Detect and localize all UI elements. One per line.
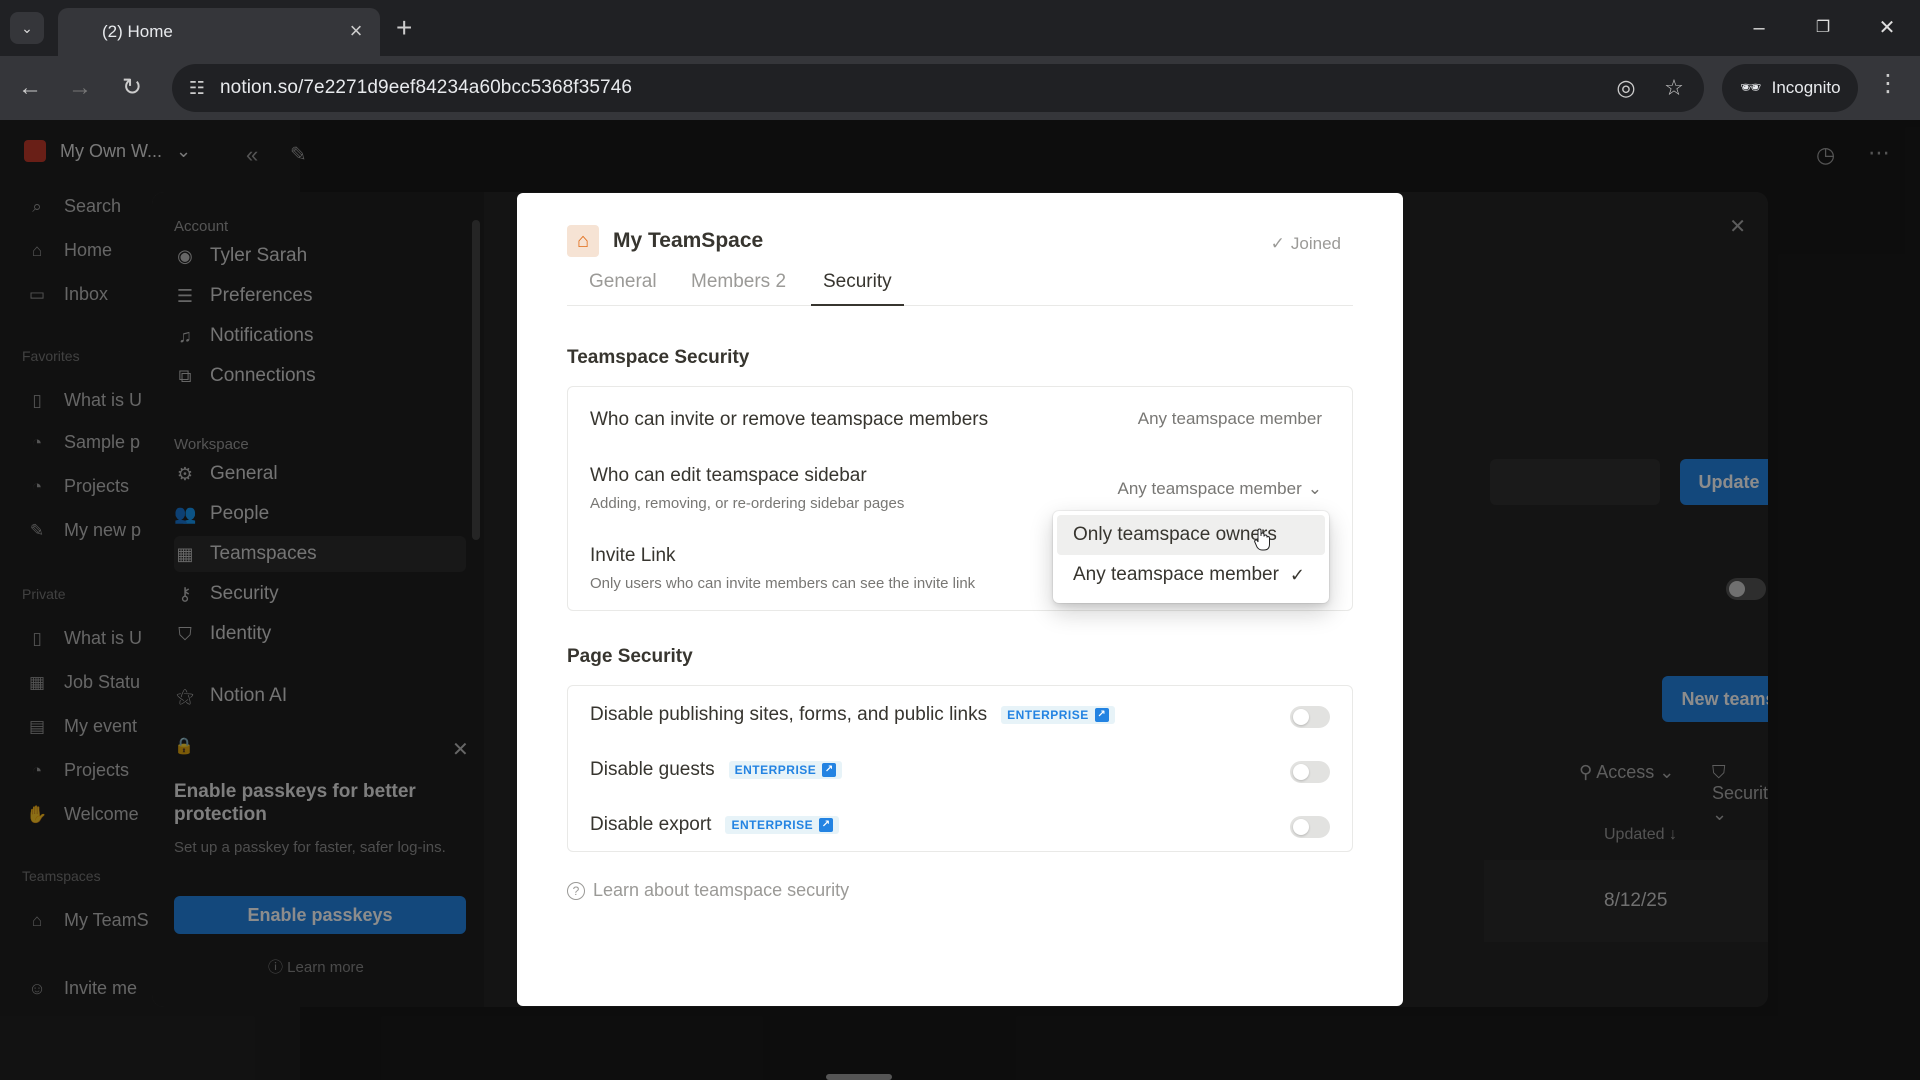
option-only-owners[interactable]: Only teamspace owners xyxy=(1057,515,1325,555)
browser-tab-bar: ⌄ (2) Home × + – ❐ ✕ xyxy=(0,0,1920,56)
enterprise-badge[interactable]: ENTERPRISE ↗ xyxy=(1001,705,1115,724)
sidebar-permission-dropdown: Only teamspace owners Any teamspace memb… xyxy=(1053,511,1329,603)
page-security-card: Disable publishing sites, forms, and pub… xyxy=(567,685,1353,852)
forward-icon[interactable]: → xyxy=(64,72,96,104)
browser-tab-active[interactable]: (2) Home × xyxy=(58,8,380,56)
enterprise-badge[interactable]: ENTERPRISE ↗ xyxy=(725,815,840,834)
bookmark-star-icon[interactable]: ☆ xyxy=(1660,76,1688,100)
eye-off-icon[interactable]: ◎ xyxy=(1612,76,1640,100)
window-close-button[interactable]: ✕ xyxy=(1872,14,1902,42)
disable-publishing-toggle[interactable] xyxy=(1290,706,1330,728)
disable-guests-toggle[interactable] xyxy=(1290,761,1330,783)
chevron-down-icon: ⌄ xyxy=(1307,479,1322,498)
mouse-cursor-icon xyxy=(1254,528,1270,551)
incognito-badge[interactable]: 🕶 Incognito xyxy=(1722,64,1858,112)
incognito-icon: 🕶 xyxy=(1740,78,1762,97)
external-link-icon: ↗ xyxy=(822,762,837,777)
teamspace-security-heading: Teamspace Security xyxy=(567,347,750,368)
disable-export-label: Disable export ENTERPRISE ↗ xyxy=(590,814,840,836)
new-tab-button[interactable]: + xyxy=(396,14,412,42)
chevron-down-icon: ⌄ xyxy=(21,19,33,36)
joined-button[interactable]: ✓ Joined xyxy=(1263,229,1349,259)
tab-members[interactable]: Members 2 xyxy=(679,271,798,306)
invite-link-description: Only users who can invite members can se… xyxy=(590,575,976,592)
option-any-member[interactable]: Any teamspace member ✓ xyxy=(1057,555,1325,595)
edit-sidebar-description: Adding, removing, or re-ordering sidebar… xyxy=(590,495,905,512)
page-security-heading: Page Security xyxy=(567,646,693,667)
taskbar-indicator xyxy=(826,1074,892,1080)
site-info-icon[interactable]: ☷ xyxy=(184,76,210,100)
tab-title: (2) Home xyxy=(102,22,173,41)
check-icon: ✓ xyxy=(1289,565,1305,585)
external-link-icon: ↗ xyxy=(819,817,834,832)
disable-guests-label: Disable guests ENTERPRISE ↗ xyxy=(590,759,843,781)
reload-icon[interactable]: ↻ xyxy=(116,72,148,104)
tab-close-icon[interactable]: × xyxy=(344,20,368,44)
edit-sidebar-label: Who can edit teamspace sidebar xyxy=(590,465,867,486)
url-text[interactable]: notion.so/7e2271d9eef84234a60bcc5368f357… xyxy=(220,77,632,99)
external-link-icon: ↗ xyxy=(1094,707,1109,722)
tab-search-button[interactable]: ⌄ xyxy=(10,12,44,44)
minimize-button[interactable]: – xyxy=(1744,14,1774,42)
disable-export-toggle[interactable] xyxy=(1290,816,1330,838)
edit-sidebar-select[interactable]: Any teamspace member ⌄ xyxy=(1118,479,1323,499)
browser-menu-icon[interactable]: ⋮ xyxy=(1876,72,1900,96)
back-icon[interactable]: ← xyxy=(14,72,46,104)
tab-security[interactable]: Security xyxy=(811,271,904,306)
invite-remove-label: Who can invite or remove teamspace membe… xyxy=(590,409,989,430)
enterprise-badge[interactable]: ENTERPRISE ↗ xyxy=(728,760,843,779)
address-bar[interactable]: ☷ notion.so/7e2271d9eef84234a60bcc5368f3… xyxy=(172,64,1704,112)
question-icon: ? xyxy=(567,881,585,900)
home-icon[interactable]: ⌂ xyxy=(567,225,599,257)
modal-tabs: General Members 2 Security xyxy=(567,271,1353,306)
tab-general[interactable]: General xyxy=(577,271,669,306)
invite-link-label: Invite Link xyxy=(590,545,676,566)
address-toolbar: ← → ↻ ☷ notion.so/7e2271d9eef84234a60bcc… xyxy=(0,56,1920,120)
invite-remove-select[interactable]: Any teamspace member xyxy=(1138,409,1322,429)
check-icon: ✓ xyxy=(1270,234,1285,253)
incognito-label: Incognito xyxy=(1771,78,1841,97)
modal-title: My TeamSpace xyxy=(613,229,764,252)
disable-publishing-label: Disable publishing sites, forms, and pub… xyxy=(590,704,1115,726)
learn-security-link[interactable]: ? Learn about teamspace security xyxy=(567,880,849,901)
modal-header: ⌂ My TeamSpace xyxy=(567,225,763,257)
restore-button[interactable]: ❐ xyxy=(1808,14,1838,42)
